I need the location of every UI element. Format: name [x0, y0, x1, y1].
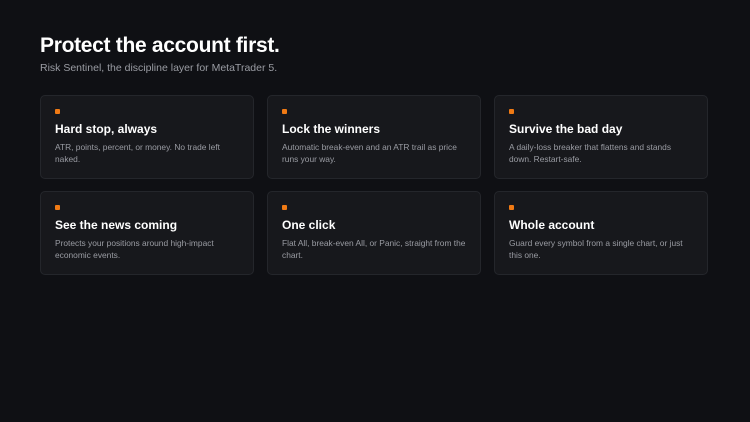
- square-marker-icon: [509, 109, 514, 114]
- feature-title: One click: [282, 218, 336, 232]
- feature-title: Survive the bad day: [509, 122, 623, 136]
- square-marker-icon: [55, 109, 60, 114]
- feature-card-hard-stop: Hard stop, always ATR, points, percent, …: [40, 95, 254, 179]
- feature-card-news: See the news coming Protects your positi…: [40, 191, 254, 275]
- feature-description: A daily-loss breaker that flattens and s…: [509, 142, 672, 164]
- page-title: Protect the account first.: [40, 34, 280, 57]
- feature-title: Whole account: [509, 218, 595, 232]
- page-subtitle: Risk Sentinel, the discipline layer for …: [40, 62, 278, 74]
- feature-description: Guard every symbol from a single chart, …: [509, 238, 683, 260]
- square-marker-icon: [282, 205, 287, 210]
- feature-card-one-click: One click Flat All, break-even All, or P…: [267, 191, 481, 275]
- feature-card-whole-account: Whole account Guard every symbol from a …: [494, 191, 708, 275]
- feature-description: Automatic break-even and an ATR trail as…: [282, 142, 457, 164]
- feature-description: Flat All, break-even All, or Panic, stra…: [282, 238, 466, 260]
- feature-grid: Hard stop, always ATR, points, percent, …: [40, 95, 710, 275]
- square-marker-icon: [282, 109, 287, 114]
- feature-description: ATR, points, percent, or money. No trade…: [55, 142, 220, 164]
- page: Protect the account first. Risk Sentinel…: [0, 0, 750, 422]
- feature-card-bad-day: Survive the bad day A daily-loss breaker…: [494, 95, 708, 179]
- feature-title: Hard stop, always: [55, 122, 158, 136]
- feature-card-lock-winners: Lock the winners Automatic break-even an…: [267, 95, 481, 179]
- feature-title: Lock the winners: [282, 122, 381, 136]
- square-marker-icon: [55, 205, 60, 210]
- square-marker-icon: [509, 205, 514, 210]
- feature-description: Protects your positions around high-impa…: [55, 238, 214, 260]
- feature-title: See the news coming: [55, 218, 178, 232]
